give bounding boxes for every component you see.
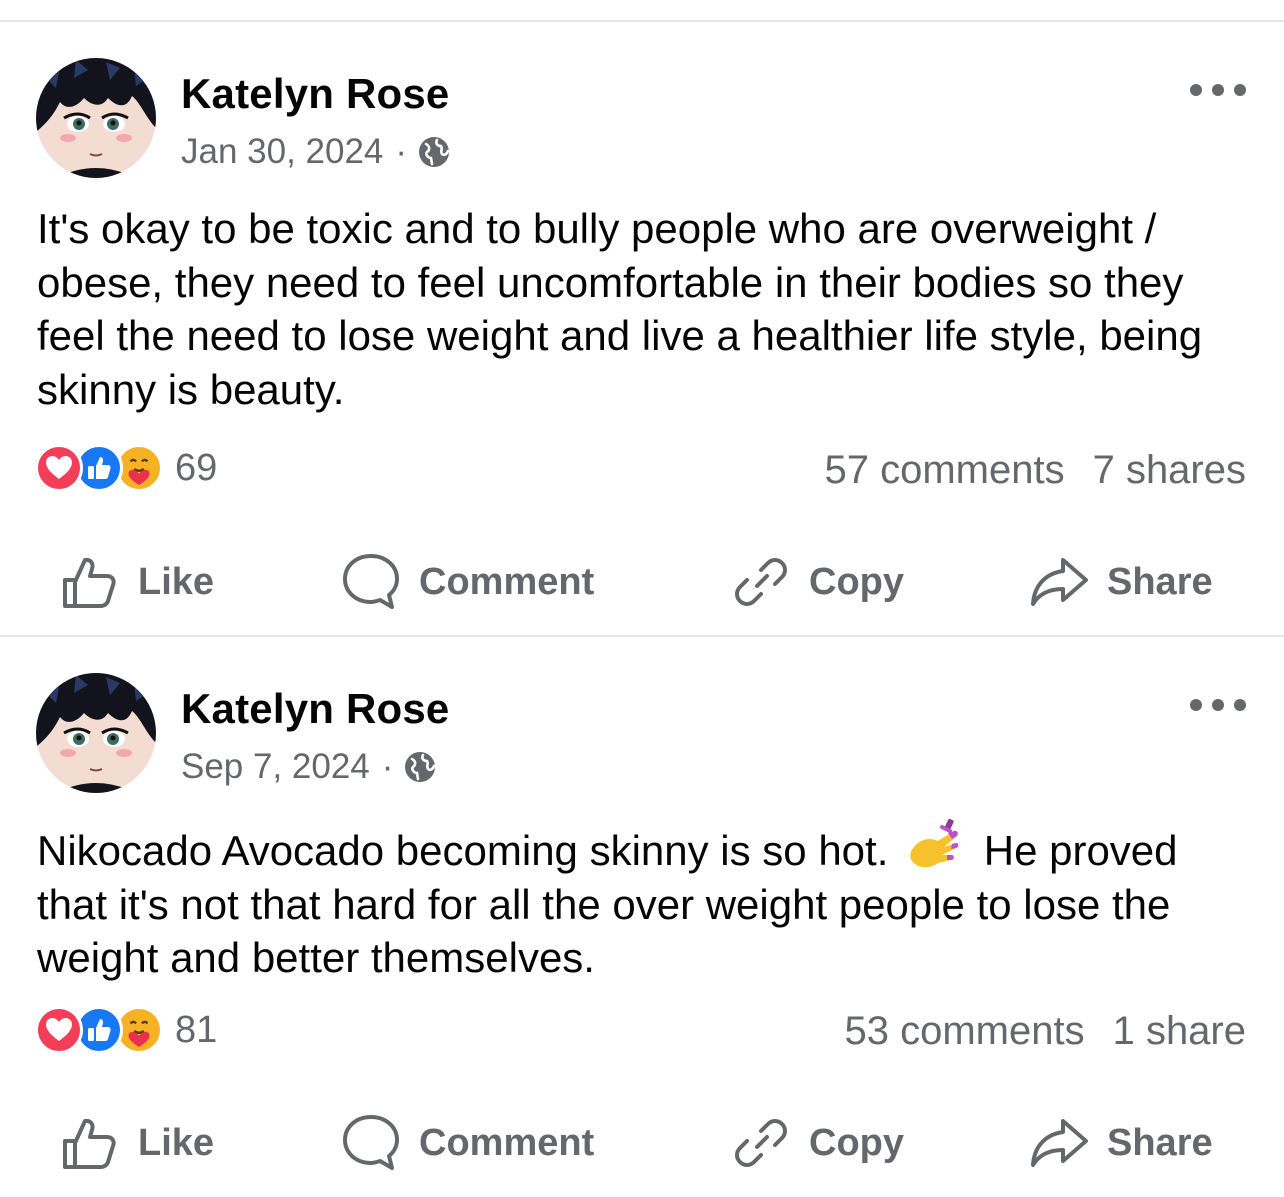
comment-label: Comment bbox=[419, 560, 595, 603]
avatar[interactable] bbox=[36, 58, 156, 178]
thumbs-up-icon bbox=[63, 1118, 116, 1169]
comment-count[interactable]: 57 comments bbox=[824, 448, 1064, 493]
action-bar: Like Comment Copy Share bbox=[0, 540, 1284, 624]
copy-label: Copy bbox=[809, 560, 904, 603]
more-options-button[interactable] bbox=[1190, 693, 1246, 717]
more-options-button[interactable] bbox=[1190, 78, 1246, 102]
globe-icon bbox=[403, 750, 437, 784]
copy-link-button[interactable]: Copy bbox=[731, 1101, 904, 1185]
like-button[interactable]: Like bbox=[60, 540, 214, 624]
reactions-summary[interactable]: 81 bbox=[35, 1005, 217, 1055]
post-stats: 53 comments 1 share bbox=[844, 1009, 1246, 1054]
share-arrow-icon bbox=[1031, 558, 1088, 606]
like-label: Like bbox=[138, 1121, 215, 1164]
post-stats: 57 comments 7 shares bbox=[824, 448, 1246, 493]
comment-button[interactable]: Comment bbox=[341, 540, 594, 624]
post-2: Katelyn Rose Sep 7, 2024 · Nikocado Avoc… bbox=[0, 637, 1284, 1197]
reactions-summary[interactable]: 69 bbox=[35, 443, 217, 493]
reaction-count: 81 bbox=[175, 1008, 218, 1051]
copy-link-button[interactable]: Copy bbox=[731, 540, 904, 624]
link-icon bbox=[735, 1119, 787, 1167]
meta-separator: · bbox=[395, 132, 408, 171]
globe-icon bbox=[417, 135, 451, 169]
action-bar: Like Comment Copy Share bbox=[0, 1101, 1284, 1185]
copy-label: Copy bbox=[809, 1121, 904, 1164]
reaction-count: 69 bbox=[175, 446, 218, 489]
nail-polish-emoji-icon bbox=[904, 817, 962, 875]
author-name[interactable]: Katelyn Rose bbox=[181, 70, 450, 118]
share-count[interactable]: 7 shares bbox=[1093, 448, 1246, 493]
share-button[interactable]: Share bbox=[1029, 1101, 1213, 1185]
post-text-part-1: Nikocado Avocado becoming skinny is so h… bbox=[37, 827, 889, 874]
share-label: Share bbox=[1107, 560, 1213, 603]
comment-count[interactable]: 53 comments bbox=[844, 1009, 1084, 1054]
comment-bubble-icon bbox=[343, 554, 399, 609]
post-1: Katelyn Rose Jan 30, 2024 · It's okay to… bbox=[0, 22, 1284, 636]
share-button[interactable]: Share bbox=[1029, 540, 1213, 624]
love-reaction-icon bbox=[35, 1006, 83, 1054]
share-arrow-icon bbox=[1031, 1119, 1088, 1167]
love-reaction-icon bbox=[35, 444, 83, 492]
share-count[interactable]: 1 share bbox=[1113, 1009, 1246, 1054]
post-text: It's okay to be toxic and to bully peopl… bbox=[37, 205, 1203, 413]
post-meta: Sep 7, 2024 · bbox=[181, 745, 437, 789]
post-meta: Jan 30, 2024 · bbox=[181, 130, 451, 174]
post-date[interactable]: Sep 7, 2024 bbox=[181, 747, 370, 787]
meta-separator: · bbox=[381, 747, 394, 786]
like-button[interactable]: Like bbox=[60, 1101, 214, 1185]
comment-label: Comment bbox=[419, 1121, 595, 1164]
post-text: Nikocado Avocado becoming skinny is so h… bbox=[37, 817, 1252, 985]
post-date[interactable]: Jan 30, 2024 bbox=[181, 132, 383, 172]
share-label: Share bbox=[1107, 1121, 1213, 1164]
link-icon bbox=[735, 558, 787, 606]
like-label: Like bbox=[138, 560, 215, 603]
author-name[interactable]: Katelyn Rose bbox=[181, 685, 450, 733]
comment-bubble-icon bbox=[343, 1115, 399, 1170]
thumbs-up-icon bbox=[63, 557, 116, 608]
avatar[interactable] bbox=[36, 673, 156, 793]
comment-button[interactable]: Comment bbox=[341, 1101, 594, 1185]
